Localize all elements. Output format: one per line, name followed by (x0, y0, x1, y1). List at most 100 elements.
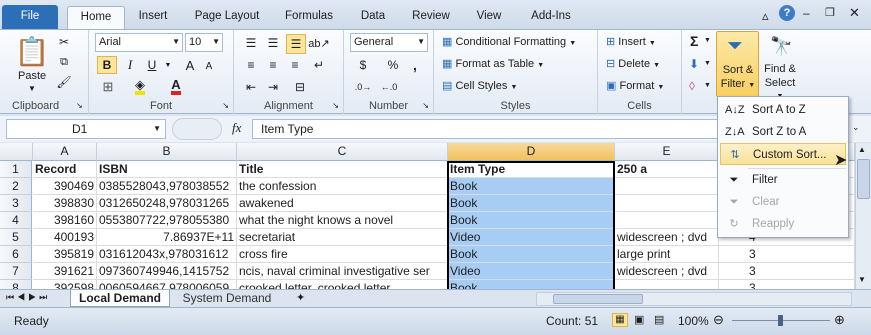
zoom-in-icon[interactable]: ⊕ (834, 312, 845, 328)
italic-button[interactable]: I (121, 56, 139, 74)
cell-a[interactable]: 400193 (33, 229, 97, 246)
grow-font-button[interactable]: A (181, 56, 199, 74)
cell-c[interactable]: Title (237, 161, 448, 178)
cell-f[interactable]: 3 (719, 246, 855, 263)
menu-item-custom-sort[interactable]: ⇅ Custom Sort... (720, 143, 846, 165)
cell-c[interactable]: crooked letter, crooked letter (237, 280, 448, 289)
decrease-decimal-icon[interactable]: ←.0 (378, 78, 400, 96)
align-right-icon[interactable]: ≡ (286, 56, 304, 74)
row-header[interactable]: 6 (0, 246, 32, 263)
scroll-thumb[interactable] (857, 159, 870, 199)
window-minimize-icon[interactable]: – (803, 6, 810, 20)
copy-icon[interactable]: ⧉ (56, 54, 72, 70)
chevron-down-icon[interactable]: ▼ (704, 60, 711, 67)
scroll-down-icon[interactable]: ▼ (858, 275, 866, 284)
insert-cells-button[interactable]: ⊞ Insert ▼ (606, 35, 656, 48)
font-name-dropdown[interactable]: Arial ▼ (95, 33, 183, 52)
scroll-up-icon[interactable]: ▲ (858, 145, 866, 154)
autosum-button[interactable]: Σ (690, 33, 698, 49)
cell-b[interactable]: 031612043x,978031612 (97, 246, 237, 263)
cell-c[interactable]: cross fire (237, 246, 448, 263)
conditional-formatting-button[interactable]: ▦ Conditional Formatting ▼ (442, 35, 576, 48)
cell-b[interactable]: 0060594667,978006059 (97, 280, 237, 289)
font-color-icon[interactable]: A (165, 78, 187, 96)
cell-b[interactable]: 7.86937E+11 (97, 229, 237, 246)
shrink-font-button[interactable]: A (201, 58, 217, 74)
borders-icon[interactable]: ⊞ (97, 78, 119, 96)
cell-b[interactable]: 0312650248,978031265 (97, 195, 237, 212)
format-painter-icon[interactable]: 🖌 (56, 74, 72, 90)
tab-add-ins[interactable]: Add-Ins (520, 6, 582, 29)
align-top-icon[interactable]: ☰ (242, 34, 260, 52)
increase-indent-icon[interactable]: ⇥ (264, 78, 282, 96)
expand-formula-bar-icon[interactable]: ⌄ (852, 122, 860, 133)
bold-button[interactable]: B (97, 56, 117, 74)
cell-e[interactable]: widescreen ; dvd (615, 229, 719, 246)
row-header[interactable]: 8 (0, 280, 32, 289)
help-icon[interactable]: ? (779, 5, 795, 21)
wrap-text-icon[interactable]: ↵ (310, 56, 328, 74)
zoom-out-icon[interactable]: ⊖ (713, 312, 724, 328)
sheet-tab-system-demand[interactable]: System Demand (172, 290, 282, 307)
cut-icon[interactable]: ✂ (56, 34, 72, 50)
cell-b[interactable]: 0385528043,978038552 (97, 178, 237, 195)
fill-icon[interactable]: ⬇ (689, 57, 699, 71)
clear-icon[interactable]: ◊ (689, 79, 695, 93)
increase-decimal-icon[interactable]: .0→ (352, 78, 374, 96)
cell-a[interactable]: 391621 (33, 263, 97, 280)
cell-f[interactable]: 3 (719, 280, 855, 289)
normal-view-icon[interactable]: ▦ (612, 313, 628, 327)
cell-e[interactable] (615, 178, 719, 195)
format-cells-button[interactable]: ▣ Format ▼ (606, 79, 664, 92)
decrease-indent-icon[interactable]: ⇤ (242, 78, 260, 96)
cell-a[interactable]: 398160 (33, 212, 97, 229)
cell-d[interactable]: Video (448, 229, 615, 246)
tab-view[interactable]: View (468, 6, 510, 29)
cell-e[interactable] (615, 280, 719, 289)
orientation-icon[interactable]: ab↗ (308, 34, 329, 52)
tab-file[interactable]: File (2, 5, 58, 29)
sheet-tab-local-demand[interactable]: Local Demand (70, 290, 170, 307)
cell-a[interactable]: 395819 (33, 246, 97, 263)
font-launcher-icon[interactable]: ↘ (222, 101, 229, 110)
column-header-a[interactable]: A (33, 143, 97, 161)
underline-dropdown-icon[interactable]: ▼ (163, 56, 173, 74)
number-launcher-icon[interactable]: ↘ (422, 101, 429, 110)
font-size-dropdown[interactable]: 10 ▼ (185, 33, 223, 52)
cell-d[interactable]: Video (448, 263, 615, 280)
page-break-view-icon[interactable]: ▤ (654, 313, 664, 326)
zoom-level[interactable]: 100% (678, 314, 709, 328)
cell-e[interactable]: 250 a (615, 161, 719, 178)
menu-item-sort-z-to-a[interactable]: Z↓A Sort Z to A (720, 121, 846, 143)
align-center-icon[interactable]: ≡ (264, 56, 282, 74)
cell-a[interactable]: 398830 (33, 195, 97, 212)
cell-f[interactable]: 3 (719, 263, 855, 280)
align-left-icon[interactable]: ≡ (242, 56, 260, 74)
fill-color-icon[interactable]: ◈ (129, 78, 151, 96)
cell-c[interactable]: the confession (237, 178, 448, 195)
row-header[interactable]: 4 (0, 212, 32, 229)
menu-item-sort-a-to-z[interactable]: A↓Z Sort A to Z (720, 99, 846, 121)
page-layout-view-icon[interactable]: ▣ (634, 313, 644, 326)
cell-e[interactable]: widescreen ; dvd (615, 263, 719, 280)
currency-button[interactable]: $ (352, 56, 374, 74)
horizontal-scrollbar[interactable] (536, 292, 852, 306)
tab-data[interactable]: Data (352, 6, 394, 29)
row-header[interactable]: 5 (0, 229, 32, 246)
row-header[interactable]: 1 (0, 161, 32, 178)
formula-bar-splitter[interactable] (172, 118, 222, 140)
percent-button[interactable]: % (384, 56, 402, 74)
cell-b[interactable]: 097360749946,1415752 (97, 263, 237, 280)
find-select-button[interactable]: 🔭 Find & Select ▼ (760, 31, 800, 100)
cell-b[interactable]: ISBN (97, 161, 237, 178)
select-all-corner[interactable] (0, 143, 33, 161)
minimize-ribbon-icon[interactable]: ▵ (762, 8, 769, 24)
format-as-table-button[interactable]: ▦ Format as Table ▼ (442, 57, 544, 70)
alignment-launcher-icon[interactable]: ↘ (332, 101, 339, 110)
chevron-down-icon[interactable]: ▼ (704, 82, 711, 89)
merge-center-icon[interactable]: ⊟ (288, 78, 312, 96)
clipboard-launcher-icon[interactable]: ↘ (76, 101, 83, 110)
cell-d[interactable]: Book (448, 212, 615, 229)
number-format-dropdown[interactable]: General ▼ (350, 33, 428, 52)
horizontal-scroll-thumb[interactable] (553, 294, 643, 304)
